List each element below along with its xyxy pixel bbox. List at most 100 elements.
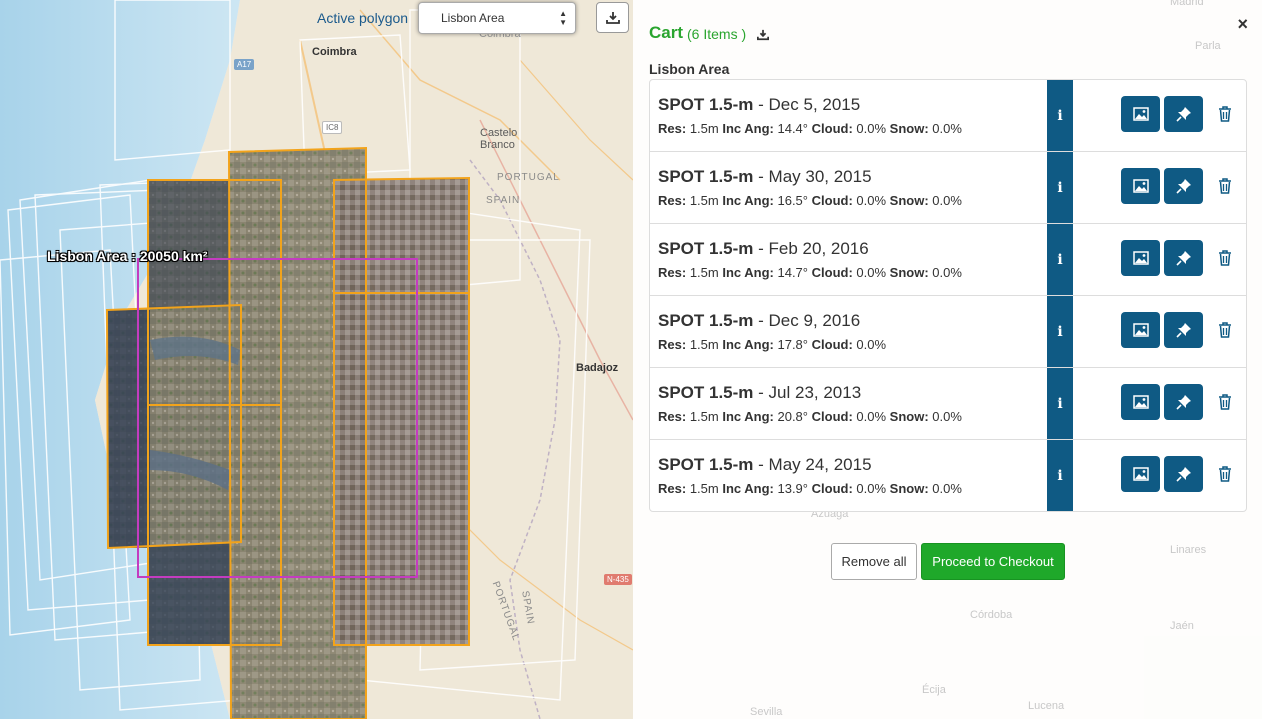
product-date: - Dec 5, 2015	[753, 95, 861, 114]
image-icon	[1132, 107, 1149, 121]
pin-footprint-button[interactable]	[1164, 168, 1203, 204]
pin-icon	[1175, 467, 1191, 482]
res-label: Res:	[658, 121, 687, 136]
polygon-select-value: Lisbon Area	[441, 11, 505, 25]
cart-item-list: SPOT 1.5-m - Dec 5, 2015 Res: 1.5m Inc A…	[649, 79, 1247, 512]
info-glyph: i	[1057, 107, 1063, 124]
inc-value: 20.8°	[777, 409, 808, 424]
preview-image-button[interactable]	[1121, 168, 1160, 204]
info-icon[interactable]: i	[1047, 440, 1073, 511]
product-title: SPOT 1.5-m - Dec 5, 2015	[658, 95, 860, 115]
pin-icon	[1175, 323, 1191, 338]
cloud-value: 0.0%	[856, 337, 887, 352]
image-icon	[1132, 179, 1149, 193]
cart-item-count: (6 Items )	[687, 26, 747, 42]
product-name: SPOT 1.5-m	[658, 311, 754, 330]
cloud-label: Cloud:	[811, 265, 853, 280]
trash-icon	[1219, 178, 1231, 194]
inc-value: 14.7°	[777, 265, 808, 280]
snow-label: Snow:	[889, 193, 929, 208]
inc-label: Inc Ang:	[722, 193, 774, 208]
product-title: SPOT 1.5-m - Dec 9, 2016	[658, 311, 860, 331]
preview-image-button[interactable]	[1121, 384, 1160, 420]
cart-title: Cart	[649, 23, 684, 42]
map-download-button[interactable]	[596, 2, 629, 33]
product-meta: Res: 1.5m Inc Ang: 17.8° Cloud: 0.0%	[658, 337, 886, 352]
product-date: - May 30, 2015	[753, 167, 872, 186]
info-icon[interactable]: i	[1047, 152, 1073, 223]
cloud-label: Cloud:	[811, 337, 853, 352]
snow-value: 0.0%	[932, 481, 962, 496]
info-icon[interactable]: i	[1047, 80, 1073, 151]
bg-place-sevilla: Sevilla	[750, 706, 783, 718]
cart-item-row: SPOT 1.5-m - Dec 5, 2015 Res: 1.5m Inc A…	[650, 80, 1246, 152]
info-icon[interactable]: i	[1047, 296, 1073, 367]
aoi-area-label: Lisbon Area : 20050 km²	[47, 248, 208, 264]
cloud-value: 0.0%	[856, 409, 887, 424]
info-glyph: i	[1057, 467, 1063, 484]
image-icon	[1132, 251, 1149, 265]
bg-place-linares: Linares	[1170, 544, 1207, 556]
res-label: Res:	[658, 409, 687, 424]
res-label: Res:	[658, 193, 687, 208]
pin-icon	[1175, 395, 1191, 410]
delete-item-button[interactable]	[1218, 322, 1232, 343]
trash-icon	[1219, 322, 1231, 338]
pin-footprint-button[interactable]	[1164, 456, 1203, 492]
product-title: SPOT 1.5-m - Feb 20, 2016	[658, 239, 869, 259]
cloud-label: Cloud:	[811, 193, 853, 208]
snow-label: Snow:	[889, 481, 929, 496]
pin-footprint-button[interactable]	[1164, 312, 1203, 348]
info-icon[interactable]: i	[1047, 224, 1073, 295]
inc-label: Inc Ang:	[722, 121, 774, 136]
place-castelo-branco-2: Branco	[480, 139, 515, 151]
delete-item-button[interactable]	[1218, 250, 1232, 271]
snow-value: 0.0%	[932, 193, 962, 208]
delete-item-button[interactable]	[1218, 178, 1232, 199]
inc-label: Inc Ang:	[722, 337, 774, 352]
bg-place-lucena: Lucena	[1028, 700, 1065, 712]
cart-download-button[interactable]	[757, 28, 769, 46]
bg-place-madrid: Madrid	[1170, 0, 1204, 8]
cloud-value: 0.0%	[856, 193, 887, 208]
product-date: - May 24, 2015	[753, 455, 872, 474]
polygon-select[interactable]: Lisbon Area ▲ ▼	[418, 2, 576, 34]
trash-icon	[1219, 250, 1231, 266]
inc-label: Inc Ang:	[722, 409, 774, 424]
cart-panel: Madrid Parla Linares Córdoba Jaén Écija …	[633, 0, 1262, 719]
preview-image-button[interactable]	[1121, 312, 1160, 348]
image-icon	[1132, 323, 1149, 337]
delete-item-button[interactable]	[1218, 106, 1232, 127]
snow-label: Snow:	[889, 121, 929, 136]
cloud-label: Cloud:	[811, 121, 853, 136]
res-value: 1.5m	[689, 193, 719, 208]
road-a17: A17	[234, 59, 255, 70]
close-icon[interactable]: ×	[1237, 15, 1248, 33]
product-meta: Res: 1.5m Inc Ang: 13.9° Cloud: 0.0% Sno…	[658, 481, 962, 496]
place-coimbra: Coimbra	[312, 46, 357, 58]
preview-image-button[interactable]	[1121, 456, 1160, 492]
pin-icon	[1175, 179, 1191, 194]
map-view[interactable]: Coimbra Coimbra Castelo Branco PORTUGAL …	[0, 0, 633, 719]
pin-footprint-button[interactable]	[1164, 384, 1203, 420]
checkout-button[interactable]: Proceed to Checkout	[921, 543, 1065, 580]
place-badajoz: Badajoz	[576, 362, 619, 374]
inc-value: 16.5°	[777, 193, 808, 208]
preview-image-button[interactable]	[1121, 96, 1160, 132]
preview-image-button[interactable]	[1121, 240, 1160, 276]
place-portugal: PORTUGAL	[497, 172, 560, 183]
info-icon[interactable]: i	[1047, 368, 1073, 439]
image-icon	[1132, 467, 1149, 481]
info-glyph: i	[1057, 251, 1063, 268]
image-icon	[1132, 395, 1149, 409]
pin-footprint-button[interactable]	[1164, 96, 1203, 132]
remove-all-button[interactable]: Remove all	[831, 543, 917, 580]
res-label: Res:	[658, 337, 687, 352]
pin-footprint-button[interactable]	[1164, 240, 1203, 276]
delete-item-button[interactable]	[1218, 466, 1232, 487]
snow-label: Snow:	[889, 265, 929, 280]
inc-label: Inc Ang:	[722, 265, 774, 280]
delete-item-button[interactable]	[1218, 394, 1232, 415]
info-glyph: i	[1057, 323, 1063, 340]
chevron-updown-icon: ▲ ▼	[559, 9, 567, 27]
